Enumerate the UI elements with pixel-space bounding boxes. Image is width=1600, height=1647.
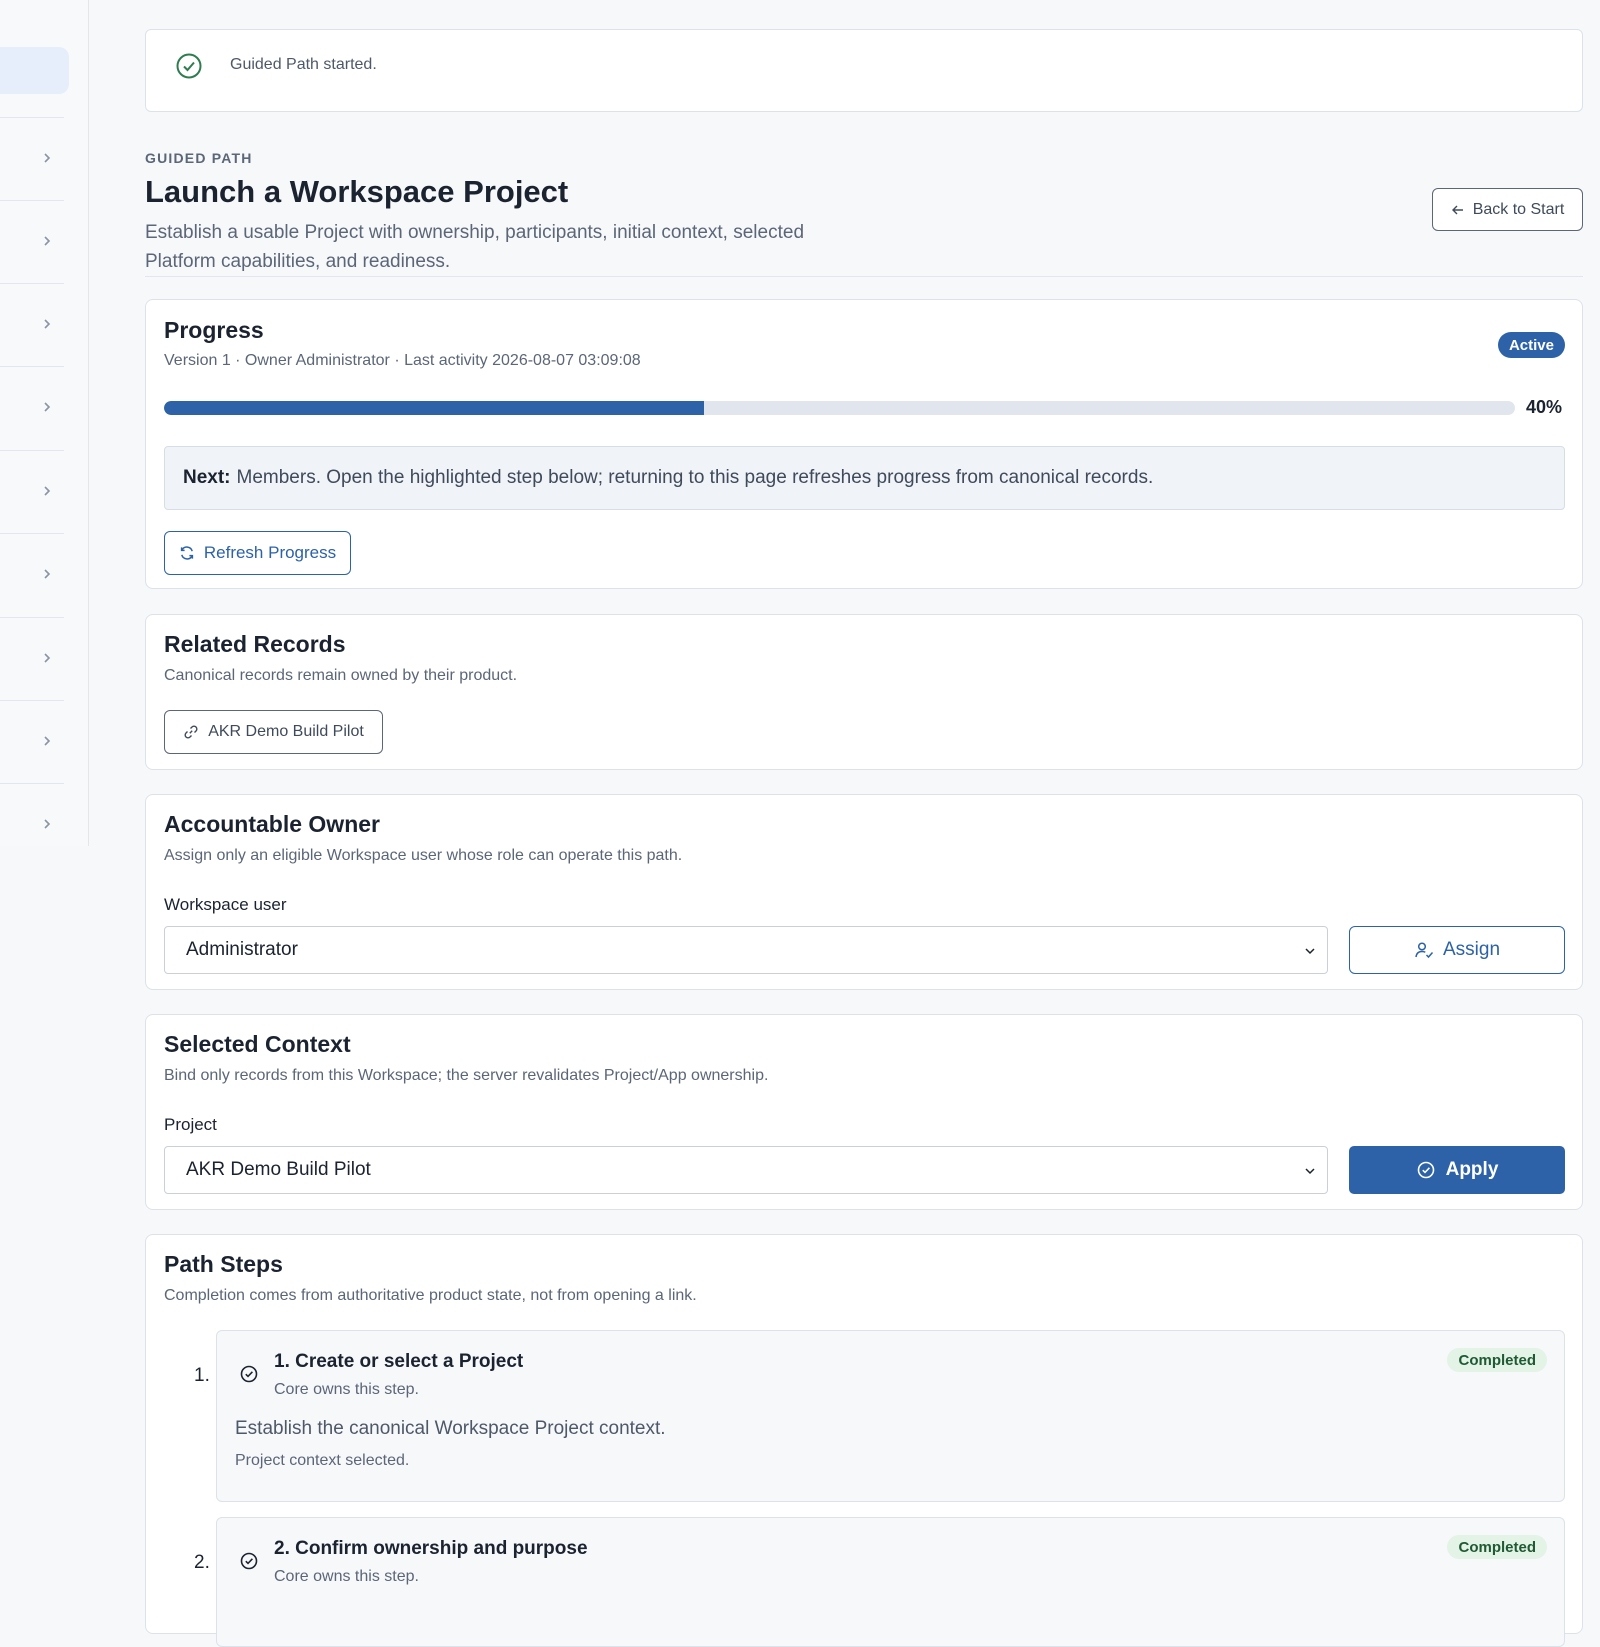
toast-message: Guided Path started.: [230, 56, 377, 73]
check-circle-icon: [240, 1552, 258, 1570]
sidebar: [0, 0, 89, 846]
check-circle-icon: [1417, 1161, 1434, 1179]
step-owner: Core owns this step.: [274, 1381, 419, 1398]
user-check-icon: [1415, 942, 1434, 959]
project-label: Project: [164, 1115, 217, 1134]
sidebar-item-7[interactable]: [0, 617, 64, 700]
check-circle-icon: [176, 53, 202, 79]
sidebar-active-item[interactable]: [0, 47, 69, 94]
chevron-down-icon: [1305, 1168, 1315, 1175]
back-to-start-label: Back to Start: [1472, 200, 1565, 218]
chevron-right-icon: [44, 736, 51, 746]
divider: [145, 276, 1583, 277]
link-icon: [184, 725, 198, 739]
chevron-right-icon: [44, 236, 51, 246]
assign-button[interactable]: Assign: [1349, 926, 1565, 974]
step-card-2[interactable]: 2. Confirm ownership and purpose Core ow…: [216, 1517, 1565, 1647]
success-toast: Guided Path started.: [145, 29, 1583, 112]
page-title: Launch a Workspace Project: [145, 174, 569, 209]
step-note: Project context selected.: [235, 1452, 410, 1469]
chevron-right-icon: [44, 153, 51, 163]
step-status-badge: Completed: [1447, 1535, 1547, 1559]
accountable-owner-subtitle: Assign only an eligible Workspace user w…: [164, 847, 683, 864]
sidebar-item-4[interactable]: [0, 366, 64, 449]
refresh-progress-button[interactable]: Refresh Progress: [164, 531, 351, 575]
next-step-callout: Next: Members. Open the highlighted step…: [164, 446, 1565, 510]
back-to-start-button[interactable]: Back to Start: [1432, 188, 1583, 231]
step-title: 1. Create or select a Project: [274, 1351, 524, 1372]
progress-bar-fill: [164, 401, 705, 415]
related-record-label: AKR Demo Build Pilot: [208, 723, 364, 740]
sidebar-item-5[interactable]: [0, 450, 64, 533]
apply-button[interactable]: Apply: [1349, 1146, 1565, 1194]
related-records-card: Related Records Canonical records remain…: [145, 614, 1583, 770]
path-steps-subtitle: Completion comes from authoritative prod…: [164, 1287, 697, 1304]
refresh-icon: [180, 546, 194, 560]
progress-bar: [164, 401, 1515, 415]
step-number: 2.: [194, 1552, 210, 1573]
selected-context-title: Selected Context: [164, 1031, 351, 1057]
progress-card: Progress Version 1 · Owner Administrator…: [145, 299, 1583, 589]
sidebar-item-2[interactable]: [0, 200, 64, 283]
chevron-right-icon: [44, 569, 51, 579]
chevron-right-icon: [44, 486, 51, 496]
selected-context-subtitle: Bind only records from this Workspace; t…: [164, 1067, 769, 1084]
sidebar-item-6[interactable]: [0, 533, 64, 616]
step-owner: Core owns this step.: [274, 1568, 419, 1585]
selected-context-card: Selected Context Bind only records from …: [145, 1014, 1583, 1210]
path-steps-title: Path Steps: [164, 1251, 283, 1277]
project-select[interactable]: AKR Demo Build Pilot: [164, 1146, 1328, 1194]
sidebar-item-3[interactable]: [0, 283, 64, 366]
step-number: 1.: [194, 1365, 210, 1386]
next-text: Members. Open the highlighted step below…: [236, 467, 1154, 488]
related-records-title: Related Records: [164, 631, 346, 657]
sidebar-item-1[interactable]: [0, 117, 64, 200]
chevron-down-icon: [1305, 948, 1315, 955]
page-description: Establish a usable Project with ownershi…: [145, 222, 805, 272]
step-description: Establish the canonical Workspace Projec…: [235, 1418, 666, 1439]
accountable-owner-card: Accountable Owner Assign only an eligibl…: [145, 794, 1583, 990]
workspace-user-value: Administrator: [186, 939, 298, 960]
workspace-user-select[interactable]: Administrator: [164, 926, 1328, 974]
sidebar-item-9[interactable]: [0, 783, 64, 866]
status-badge: Active: [1497, 332, 1565, 358]
related-records-subtitle: Canonical records remain owned by their …: [164, 667, 518, 684]
refresh-progress-label: Refresh Progress: [203, 543, 337, 562]
assign-label: Assign: [1442, 939, 1501, 960]
accountable-owner-title: Accountable Owner: [164, 811, 380, 837]
progress-percent: 40%: [1526, 397, 1563, 417]
sidebar-item-8[interactable]: [0, 700, 64, 783]
chevron-right-icon: [44, 319, 51, 329]
apply-label: Apply: [1445, 1159, 1499, 1180]
chevron-right-icon: [44, 819, 51, 829]
project-value: AKR Demo Build Pilot: [186, 1159, 371, 1180]
step-card-1[interactable]: 1. Create or select a Project Core owns …: [216, 1330, 1565, 1502]
check-circle-icon: [240, 1365, 258, 1383]
chevron-right-icon: [44, 402, 51, 412]
workspace-user-label: Workspace user: [164, 895, 287, 914]
related-record-link[interactable]: AKR Demo Build Pilot: [164, 710, 383, 754]
step-title: 2. Confirm ownership and purpose: [274, 1538, 588, 1559]
chevron-right-icon: [44, 653, 51, 663]
next-label: Next:: [183, 467, 231, 488]
page-eyebrow: GUIDED PATH: [145, 150, 253, 166]
step-status-badge: Completed: [1447, 1348, 1547, 1372]
progress-title: Progress: [164, 317, 264, 343]
path-steps-card: Path Steps Completion comes from authori…: [145, 1234, 1583, 1647]
arrow-left-icon: [1451, 205, 1463, 214]
progress-meta: Version 1 · Owner Administrator · Last a…: [164, 352, 641, 369]
